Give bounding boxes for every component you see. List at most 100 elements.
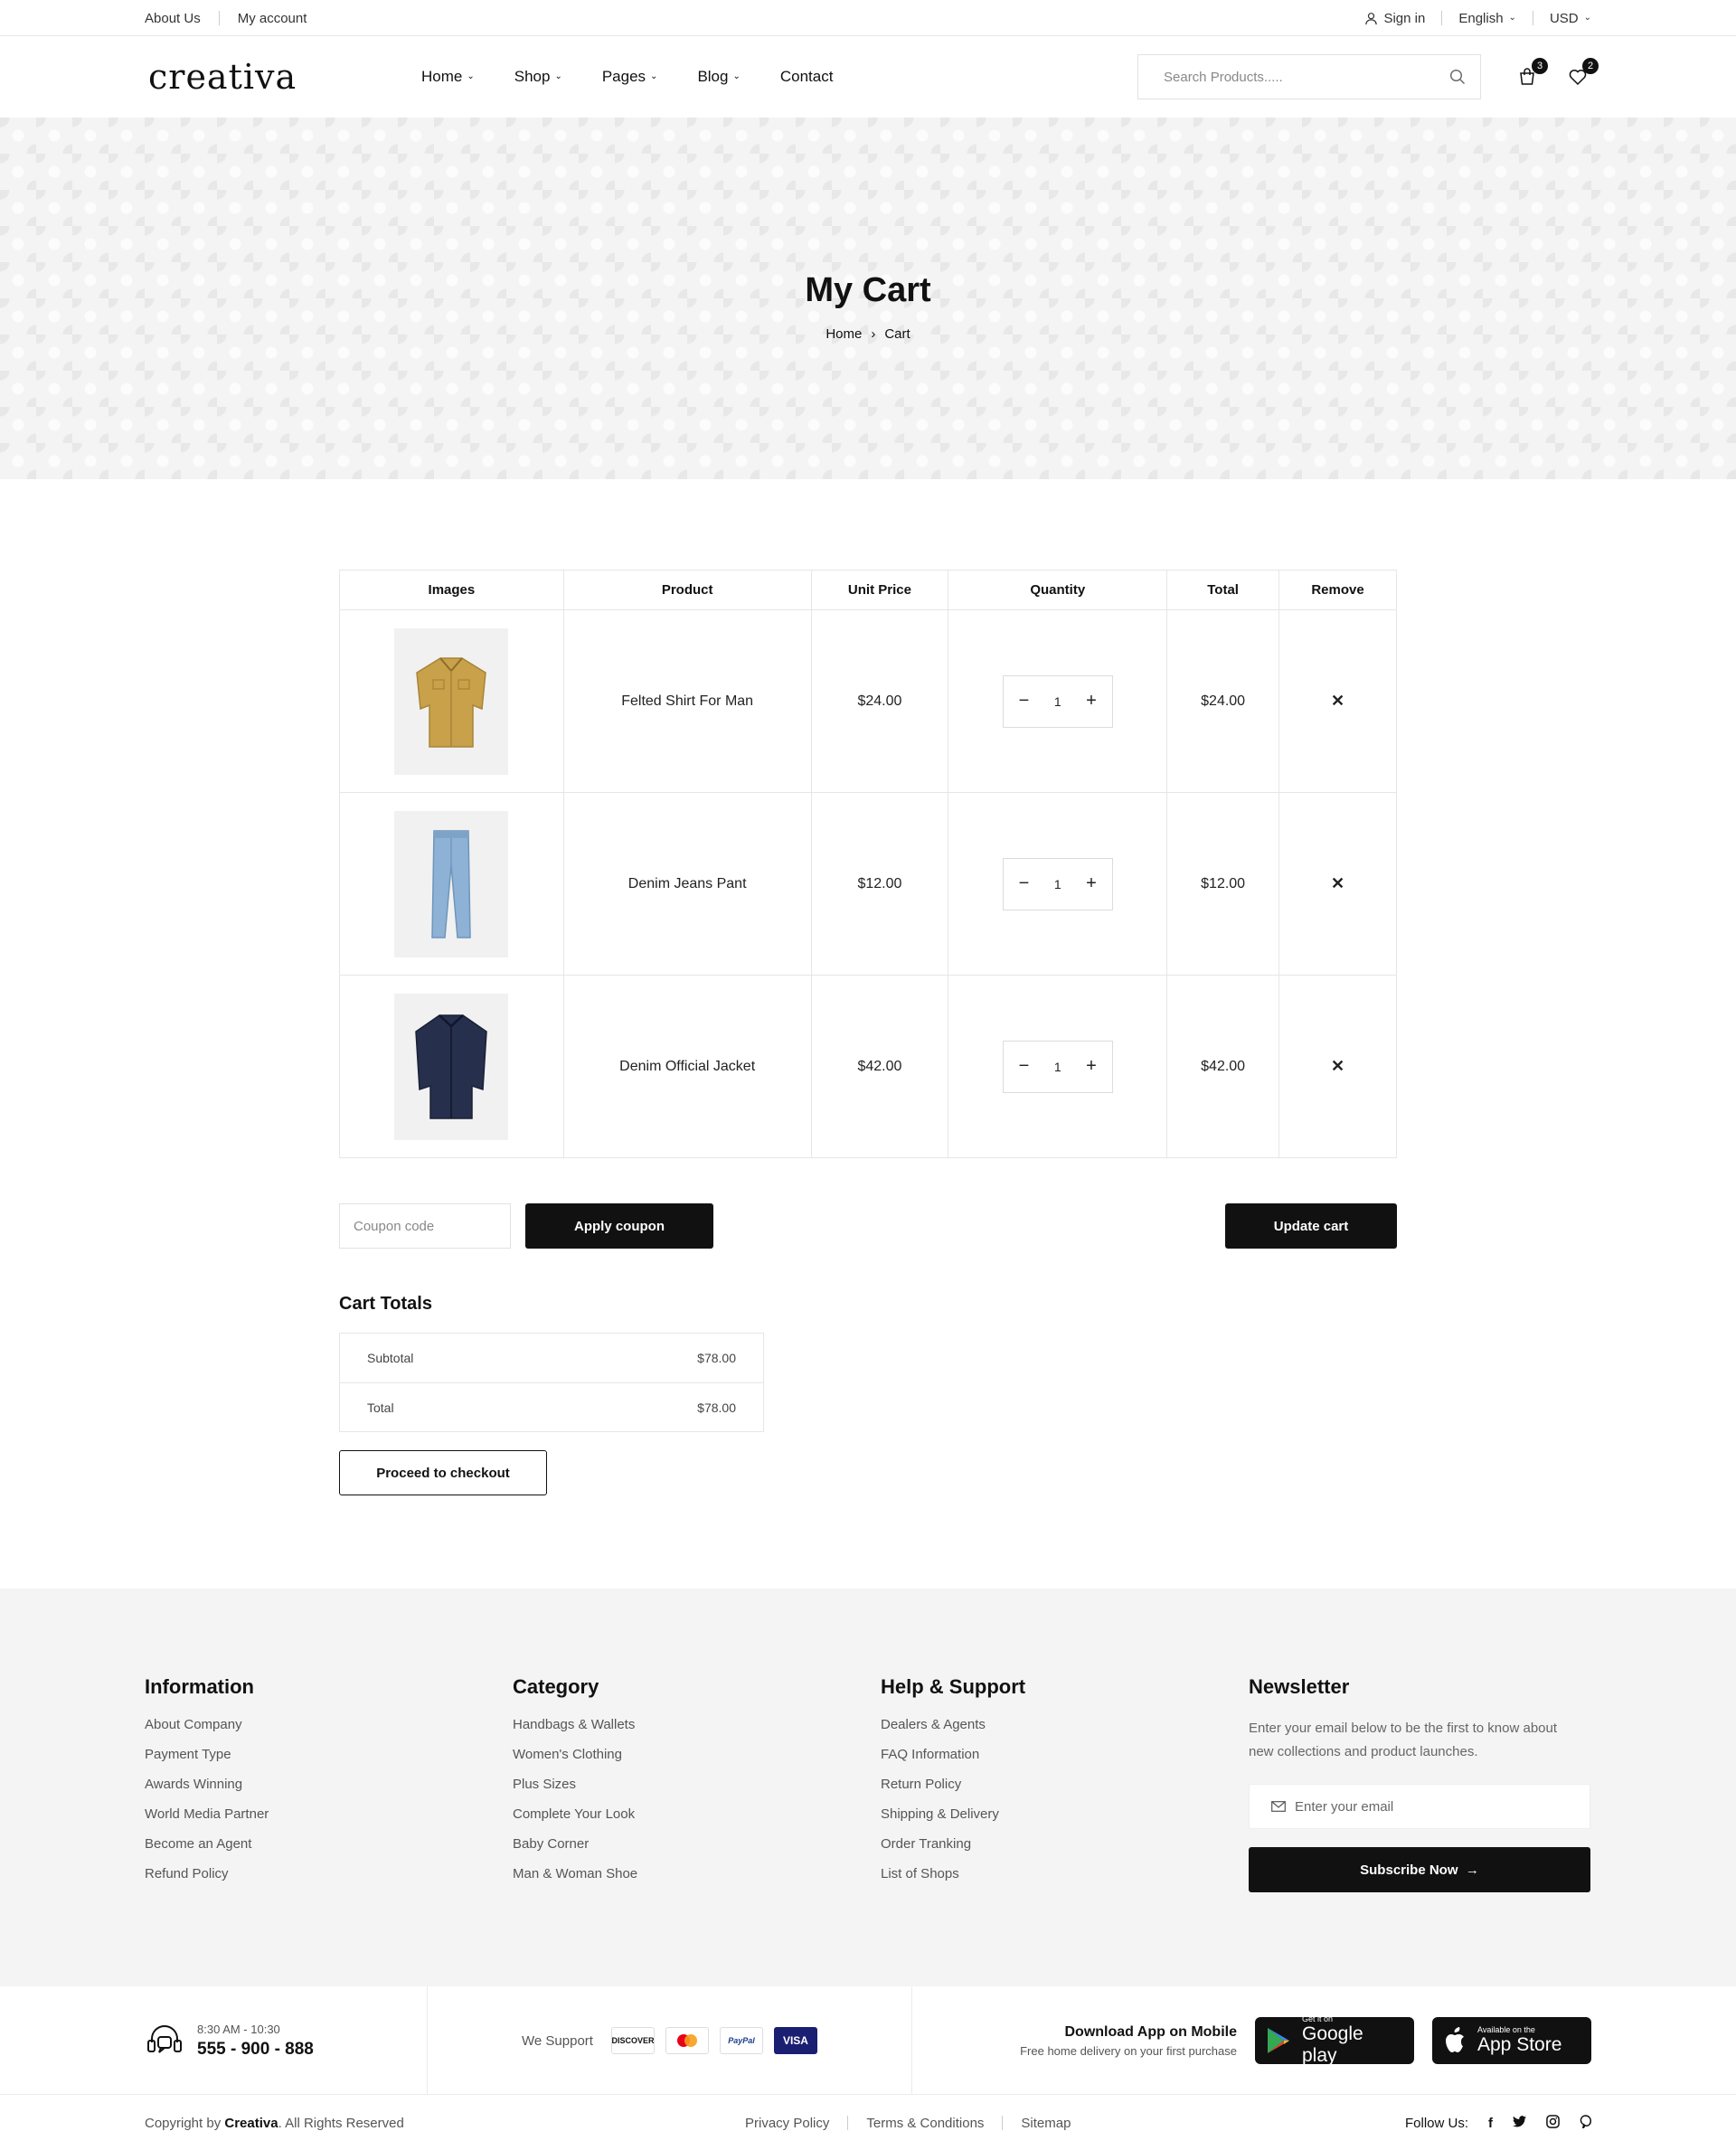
main-nav: Home ⌄ Shop ⌄ Pages ⌄ Blog ⌄ Contact <box>421 68 1137 86</box>
instagram-icon[interactable] <box>1546 2114 1560 2132</box>
discover-icon: DISCOVER <box>610 2027 655 2054</box>
my-account-link[interactable]: My account <box>238 11 307 26</box>
jeans-icon <box>431 829 472 938</box>
remove-item-button[interactable]: ✕ <box>1331 692 1344 710</box>
terms-link[interactable]: Terms & Conditions <box>866 2116 984 2131</box>
chevron-down-icon: ⌄ <box>554 71 562 81</box>
decrement-button[interactable]: − <box>1013 691 1034 712</box>
quantity-value[interactable]: 1 <box>1054 1060 1061 1074</box>
cart-totals-title: Cart Totals <box>339 1294 432 1314</box>
newsletter-email-input[interactable] <box>1295 1798 1566 1815</box>
footer-link[interactable]: Awards Winning <box>145 1777 513 1792</box>
google-play-big: Google play <box>1301 2023 1363 2066</box>
subtotal-value: $78.00 <box>697 1351 736 1365</box>
footer-link[interactable]: Become an Agent <box>145 1836 513 1852</box>
subtotal-label: Subtotal <box>367 1351 414 1365</box>
total-label: Total <box>367 1400 394 1415</box>
decrement-button[interactable]: − <box>1013 873 1034 894</box>
quantity-value[interactable]: 1 <box>1054 877 1061 891</box>
privacy-policy-link[interactable]: Privacy Policy <box>745 2116 829 2131</box>
decrement-button[interactable]: − <box>1013 1056 1034 1077</box>
subscribe-button[interactable]: Subscribe Now → <box>1249 1847 1590 1892</box>
nav-shop[interactable]: Shop ⌄ <box>514 68 562 86</box>
coupon-input[interactable] <box>339 1203 511 1249</box>
wishlist-count-badge: 2 <box>1582 58 1599 74</box>
search-input[interactable] <box>1164 69 1417 85</box>
footer-link[interactable]: Dealers & Agents <box>881 1717 1249 1732</box>
copyright-suffix: . All Rights Reserved <box>278 2115 404 2131</box>
product-name[interactable]: Denim Official Jacket <box>562 975 812 1158</box>
footer-link[interactable]: World Media Partner <box>145 1806 513 1822</box>
footer-link[interactable]: FAQ Information <box>881 1747 1249 1762</box>
checkout-button[interactable]: Proceed to checkout <box>339 1450 547 1495</box>
about-us-link[interactable]: About Us <box>145 11 201 26</box>
support-phone-number[interactable]: 555 - 900 - 888 <box>197 2040 314 2060</box>
breadcrumb-home[interactable]: Home <box>826 326 862 342</box>
nav-blog[interactable]: Blog ⌄ <box>697 68 740 86</box>
footer-link[interactable]: Handbags & Wallets <box>513 1717 881 1732</box>
divider <box>1002 2116 1004 2130</box>
arrow-right-icon: → <box>1461 1862 1479 1878</box>
app-store-small: Available on the <box>1477 2025 1535 2034</box>
footer-link[interactable]: Refund Policy <box>145 1866 513 1881</box>
cart-count-badge: 3 <box>1532 58 1548 74</box>
currency-select[interactable]: USD ⌄ <box>1550 11 1591 26</box>
footer-link[interactable]: Payment Type <box>145 1747 513 1762</box>
wishlist-button[interactable]: 2 <box>1566 58 1599 89</box>
newsletter-text: Enter your email below to be the first t… <box>1249 1721 1558 1759</box>
language-label: English <box>1458 10 1504 26</box>
update-cart-button[interactable]: Update cart <box>1225 1203 1397 1249</box>
footer-link[interactable]: Man & Woman Shoe <box>513 1866 881 1881</box>
footer-link[interactable]: List of Shops <box>881 1866 1249 1881</box>
shirt-icon <box>416 656 487 748</box>
logo[interactable]: creativa <box>145 57 421 97</box>
chevron-down-icon: ⌄ <box>467 71 475 81</box>
footer-link[interactable]: Women's Clothing <box>513 1747 881 1762</box>
google-play-button[interactable]: Get it on Google play <box>1255 2014 1414 2066</box>
product-name[interactable]: Felted Shirt For Man <box>562 609 812 793</box>
product-image[interactable] <box>394 810 509 957</box>
footer-link[interactable]: Baby Corner <box>513 1836 881 1852</box>
cart-button[interactable]: 3 <box>1515 58 1548 89</box>
twitter-icon[interactable] <box>1513 2115 1526 2131</box>
quantity-stepper: − 1 + <box>1002 857 1113 910</box>
sitemap-link[interactable]: Sitemap <box>1021 2116 1071 2131</box>
footer-link[interactable]: Complete Your Look <box>513 1806 881 1822</box>
apply-coupon-button[interactable]: Apply coupon <box>525 1203 713 1249</box>
copyright-bar: Copyright by Creativa. All Rights Reserv… <box>0 2096 1736 2150</box>
remove-item-button[interactable]: ✕ <box>1331 874 1344 892</box>
footer-link[interactable]: Shipping & Delivery <box>881 1806 1249 1822</box>
currency-label: USD <box>1549 10 1579 26</box>
increment-button[interactable]: + <box>1080 691 1102 712</box>
cart-table: Images Product Unit Price Quantity Total… <box>339 570 1397 1158</box>
unit-price: $12.00 <box>810 792 949 976</box>
nav-contact[interactable]: Contact <box>780 68 834 86</box>
footer-link[interactable]: Plus Sizes <box>513 1777 881 1792</box>
footer-link[interactable]: About Company <box>145 1717 513 1732</box>
divider <box>847 2116 849 2130</box>
pinterest-icon[interactable] <box>1580 2114 1592 2132</box>
chevron-down-icon: ⌄ <box>650 71 658 81</box>
increment-button[interactable]: + <box>1080 873 1102 894</box>
product-image[interactable] <box>394 993 509 1140</box>
paypal-icon: PayPal <box>719 2027 763 2054</box>
product-image[interactable] <box>394 627 509 775</box>
footer-link[interactable]: Order Tranking <box>881 1836 1249 1852</box>
row-total: $24.00 <box>1166 609 1280 793</box>
copyright-brand[interactable]: Creativa <box>224 2116 278 2131</box>
footer-link[interactable]: Return Policy <box>881 1777 1249 1792</box>
product-name[interactable]: Denim Jeans Pant <box>562 792 812 976</box>
increment-button[interactable]: + <box>1080 1056 1102 1077</box>
sign-in-link[interactable]: Sign in <box>1364 11 1425 26</box>
search-icon[interactable] <box>1449 69 1466 85</box>
chevron-right-icon: › <box>871 326 876 342</box>
language-select[interactable]: English ⌄ <box>1458 11 1516 26</box>
quantity-value[interactable]: 1 <box>1054 694 1061 709</box>
footer-help: Help & Support Dealers & Agents FAQ Info… <box>881 1675 1249 1896</box>
app-store-button[interactable]: Available on the App Store <box>1432 2017 1591 2064</box>
nav-home[interactable]: Home ⌄ <box>421 68 475 86</box>
nav-pages[interactable]: Pages ⌄ <box>602 68 658 86</box>
remove-item-button[interactable]: ✕ <box>1331 1057 1344 1075</box>
table-row: Felted Shirt For Man $24.00 − 1 + $24.00… <box>339 609 1397 793</box>
facebook-icon[interactable]: f <box>1488 2116 1493 2131</box>
